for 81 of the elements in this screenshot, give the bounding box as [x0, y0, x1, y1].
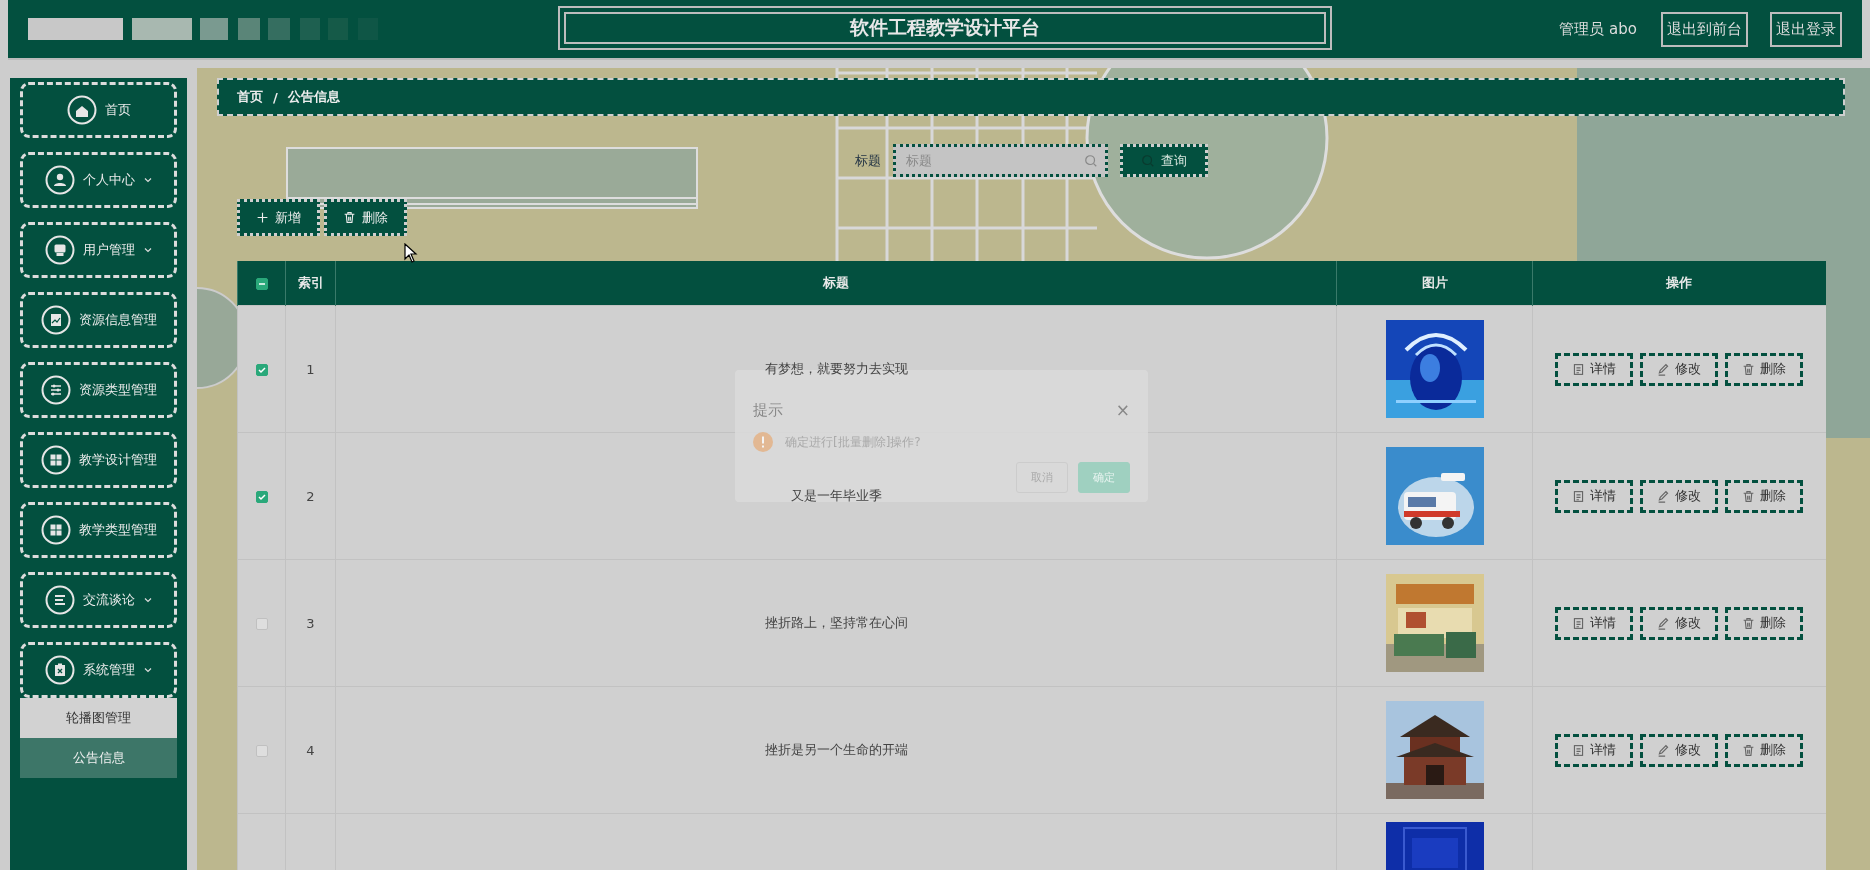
- edit-button[interactable]: 修改: [1640, 352, 1719, 386]
- column-header: 图片: [1421, 275, 1448, 290]
- sliders-icon: [40, 375, 71, 405]
- submenu-item[interactable]: 公告信息: [20, 738, 177, 778]
- title-text: 又是一年毕业季: [790, 488, 882, 503]
- title-text: 挫折路上，坚持常在心间: [764, 615, 908, 630]
- grid-icon: [40, 445, 71, 475]
- sidebar-item[interactable]: 交流谈论: [20, 572, 177, 628]
- checkbox[interactable]: [255, 491, 268, 503]
- submenu-item[interactable]: 轮播图管理: [20, 698, 177, 738]
- checkbox[interactable]: [255, 364, 268, 376]
- edit-button[interactable]: 修改: [1640, 733, 1719, 767]
- monitor-icon: [44, 235, 75, 265]
- chevron-icon: [142, 595, 153, 605]
- grid-icon: [40, 515, 71, 545]
- detail-button[interactable]: 详情: [1555, 606, 1634, 640]
- document-icon: [1572, 362, 1586, 376]
- home-icon: [66, 95, 97, 125]
- edit-button[interactable]: 修改: [1640, 479, 1719, 513]
- sidebar-item[interactable]: 资源信息管理: [20, 292, 177, 348]
- checkbox[interactable]: [255, 618, 268, 630]
- clipboard-icon: [44, 655, 75, 685]
- detail-button[interactable]: 详情: [1555, 479, 1634, 513]
- header-link[interactable]: 退出到前台: [1661, 11, 1748, 47]
- search-label: 标题: [854, 151, 881, 170]
- column-header: 索引: [297, 275, 324, 290]
- chevron-icon: [142, 175, 153, 185]
- user-name: 管理员 abo: [1558, 18, 1638, 40]
- user-icon: [44, 165, 75, 195]
- delete-button[interactable]: 删除: [324, 199, 407, 236]
- add-button[interactable]: 新增: [237, 199, 320, 236]
- pencil-icon: [1657, 616, 1671, 630]
- chart-icon: [40, 305, 71, 335]
- sidebar-item[interactable]: 教学类型管理: [20, 502, 177, 558]
- warning-icon: [753, 432, 773, 452]
- sidebar-item[interactable]: 资源类型管理: [20, 362, 177, 418]
- checkbox[interactable]: [255, 278, 268, 290]
- index-text: 4: [306, 742, 315, 758]
- pencil-icon: [1657, 489, 1671, 503]
- search-icon: [1083, 154, 1098, 168]
- sidebar-item[interactable]: 个人中心: [20, 152, 177, 208]
- index-text: 1: [306, 361, 315, 377]
- trash-icon: [1742, 743, 1756, 757]
- column-header: 标题: [823, 275, 849, 290]
- breadcrumb-separator: /: [273, 89, 278, 105]
- delete-button[interactable]: 删除: [1725, 733, 1804, 767]
- title-text: 挫折是另一个生命的开端: [764, 742, 908, 757]
- breadcrumb-item[interactable]: 首页: [237, 88, 263, 106]
- chevron-icon: [142, 245, 153, 255]
- trash-icon: [343, 211, 356, 224]
- sidebar-item[interactable]: 首页: [20, 82, 177, 138]
- detail-button[interactable]: 详情: [1555, 352, 1634, 386]
- delete-button[interactable]: 删除: [1725, 479, 1804, 513]
- chevron-icon: [142, 665, 153, 675]
- trash-icon: [1742, 616, 1756, 630]
- delete-button[interactable]: 删除: [1725, 606, 1804, 640]
- sidebar-item[interactable]: 教学设计管理: [20, 432, 177, 488]
- cursor-icon: [404, 243, 418, 263]
- pencil-icon: [1657, 743, 1671, 757]
- sidebar-item[interactable]: 用户管理: [20, 222, 177, 278]
- checkbox[interactable]: [255, 745, 268, 757]
- delete-button[interactable]: 删除: [1725, 352, 1804, 386]
- dialog-title: 提示: [753, 400, 783, 420]
- column-header: 操作: [1666, 275, 1693, 290]
- pencil-icon: [1657, 362, 1671, 376]
- document-icon: [1572, 489, 1586, 503]
- index-text: 3: [306, 615, 315, 631]
- plus-icon: [256, 211, 269, 224]
- trash-icon: [1742, 489, 1756, 503]
- breadcrumb-item: 公告信息: [287, 88, 340, 106]
- header-link[interactable]: 退出登录: [1770, 11, 1842, 47]
- trash-icon: [1742, 362, 1756, 376]
- document-icon: [1572, 616, 1586, 630]
- document-icon: [1572, 743, 1586, 757]
- list-icon: [44, 585, 75, 615]
- edit-button[interactable]: 修改: [1640, 606, 1719, 640]
- title-text: 有梦想，就要努力去实现: [764, 361, 908, 376]
- app-title: 软件工程教学设计平台: [564, 12, 1326, 44]
- search-button[interactable]: 查询: [1119, 144, 1208, 177]
- index-text: 2: [306, 488, 315, 504]
- detail-button[interactable]: 详情: [1555, 733, 1634, 767]
